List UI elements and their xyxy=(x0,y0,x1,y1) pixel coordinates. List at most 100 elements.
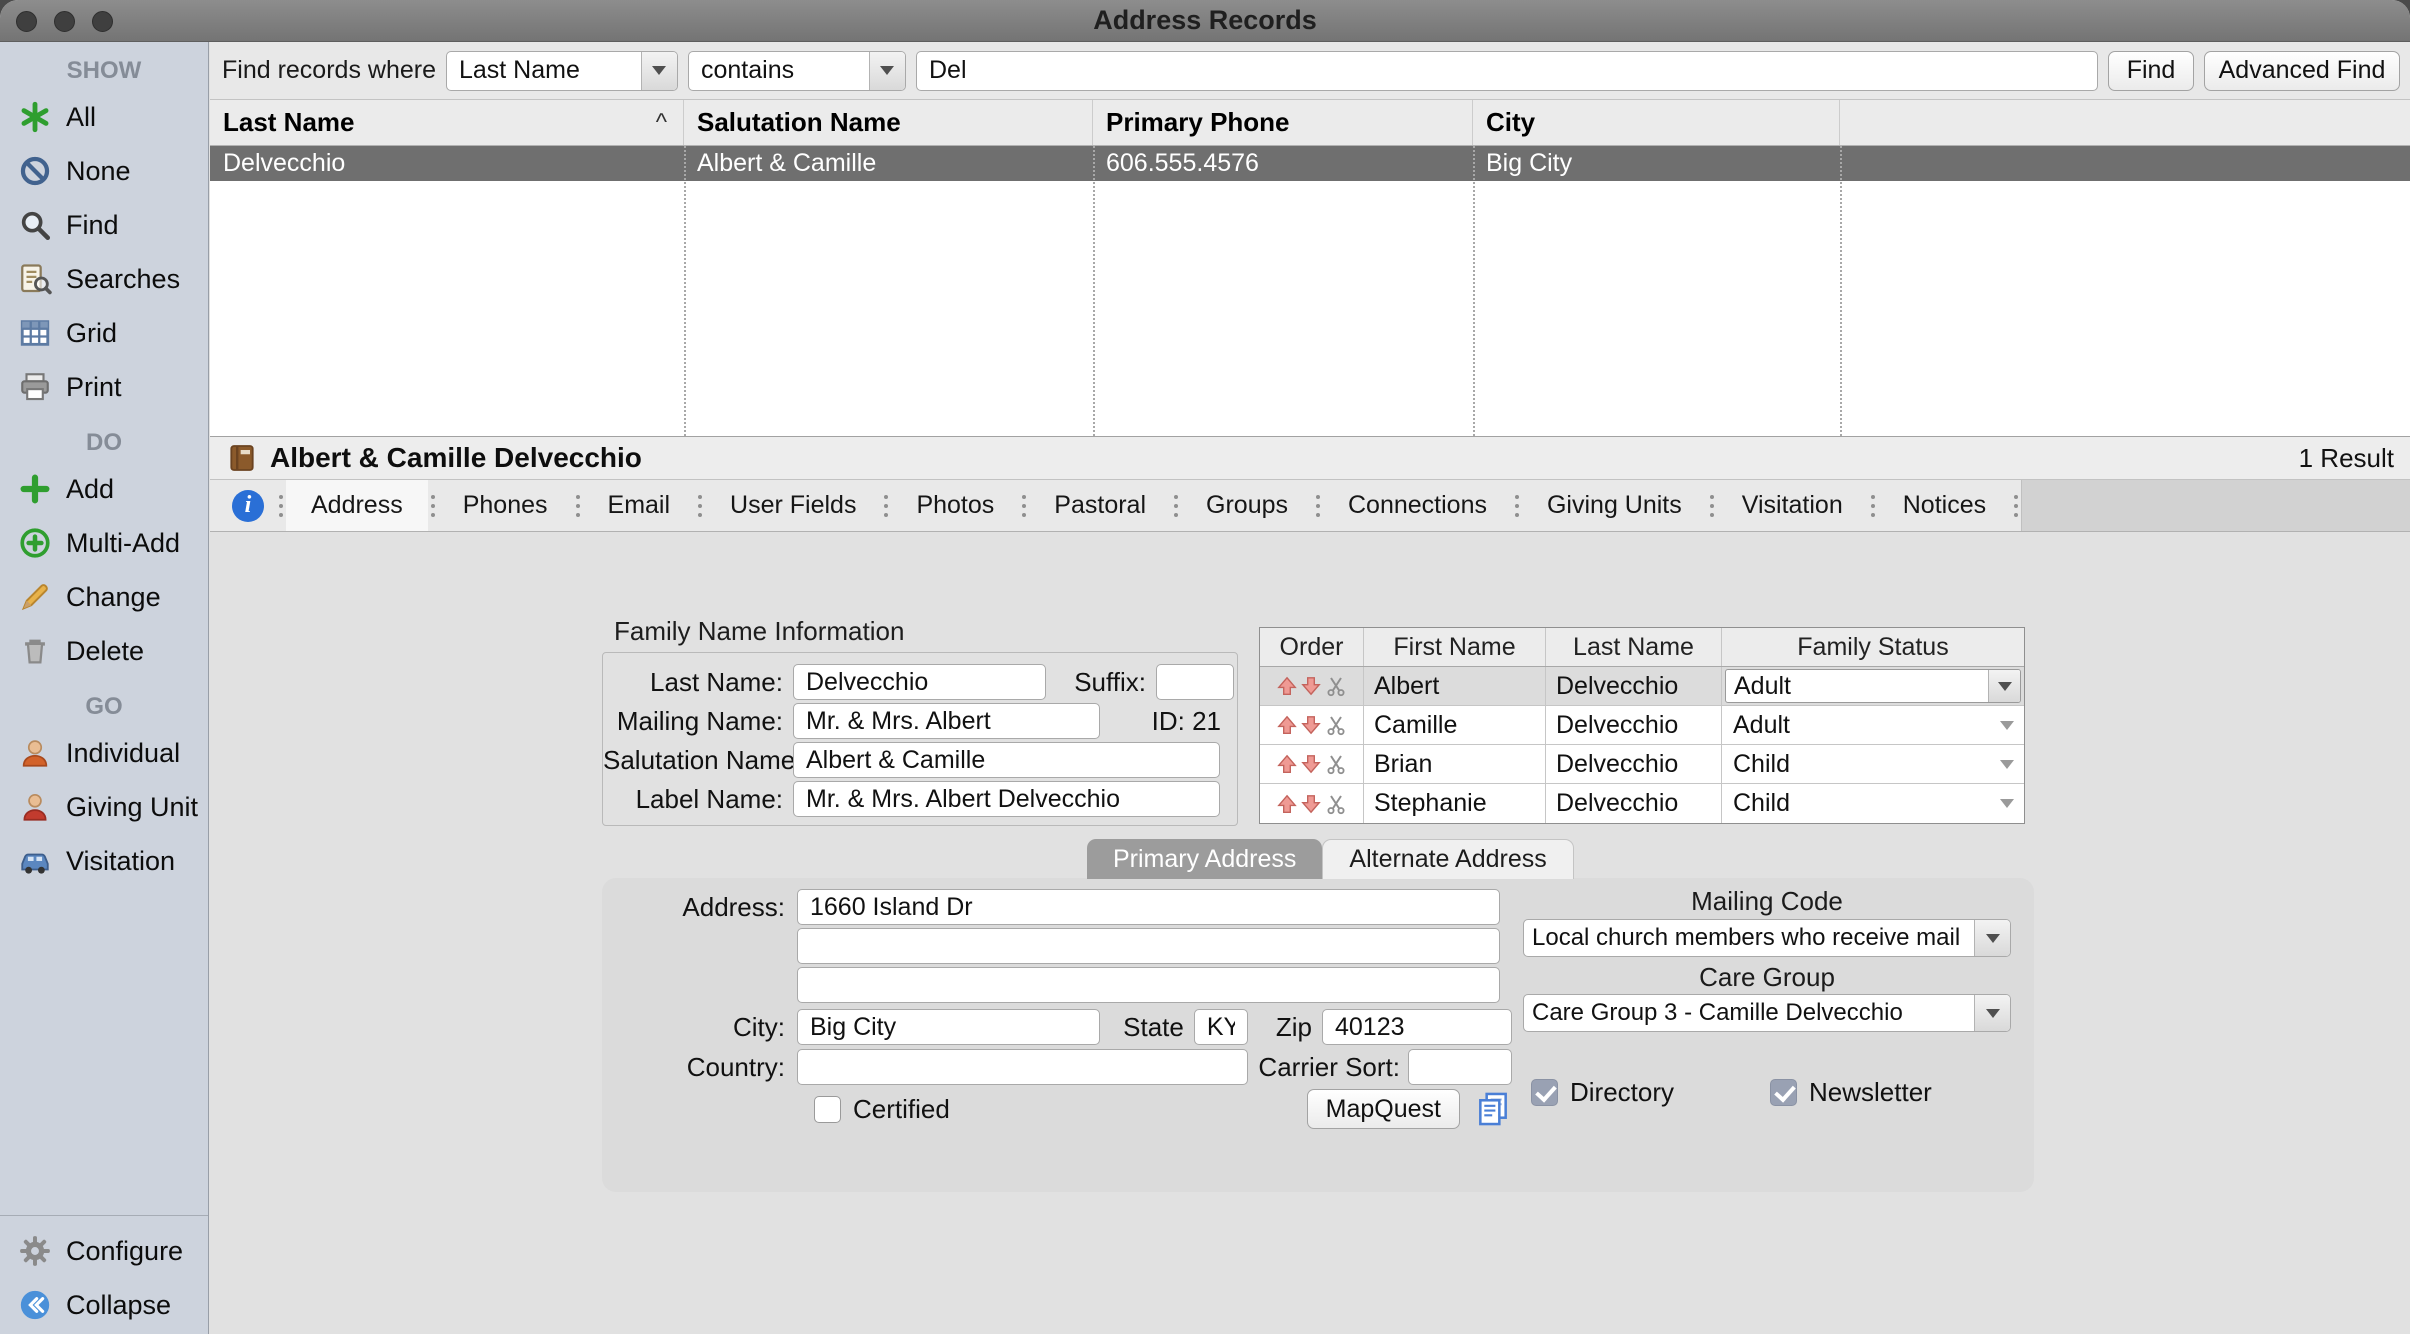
sidebar-item-visitation[interactable]: Visitation xyxy=(0,834,208,888)
column-header-first-name: First Name xyxy=(1364,628,1546,666)
tab-visitation[interactable]: Visitation xyxy=(1717,480,1868,531)
family-members-table: Order First Name Last Name Family Status… xyxy=(1259,627,2025,824)
advanced-find-button[interactable]: Advanced Find xyxy=(2204,51,2400,91)
tab-phones[interactable]: Phones xyxy=(438,480,573,531)
city-field[interactable] xyxy=(797,1009,1100,1045)
sort-ascending-icon: ^ xyxy=(656,109,667,137)
column-header-last-name[interactable]: Last Name ^ xyxy=(210,100,684,145)
sidebar-item-none[interactable]: None xyxy=(0,144,208,198)
move-down-icon[interactable] xyxy=(1300,675,1322,697)
plus-icon xyxy=(18,472,52,506)
chevron-down-icon xyxy=(2000,721,2014,730)
sidebar-item-label: Multi-Add xyxy=(66,528,180,559)
cut-icon[interactable] xyxy=(1324,713,1348,737)
mailing-code-dropdown[interactable]: Local church members who receive mail xyxy=(1523,919,2011,957)
newsletter-checkbox[interactable] xyxy=(1770,1079,1797,1106)
sidebar-item-find[interactable]: Find xyxy=(0,198,208,252)
member-row[interactable]: Brian Delvecchio Child xyxy=(1260,745,2024,784)
suffix-field[interactable] xyxy=(1156,664,1234,700)
sidebar-item-multi-add[interactable]: Multi-Add xyxy=(0,516,208,570)
cut-icon[interactable] xyxy=(1324,792,1348,816)
car-icon xyxy=(18,844,52,878)
zoom-button[interactable] xyxy=(92,11,113,32)
family-status-dropdown[interactable]: Adult xyxy=(1722,667,2024,705)
tab-separator xyxy=(884,504,888,508)
sidebar-item-print[interactable]: Print xyxy=(0,360,208,414)
move-up-icon[interactable] xyxy=(1276,753,1298,775)
cut-icon[interactable] xyxy=(1324,674,1348,698)
info-icon[interactable]: i xyxy=(232,490,264,522)
directory-checkbox[interactable] xyxy=(1531,1079,1558,1106)
move-down-icon[interactable] xyxy=(1300,793,1322,815)
move-up-icon[interactable] xyxy=(1276,675,1298,697)
tab-pastoral[interactable]: Pastoral xyxy=(1029,480,1171,531)
move-up-icon[interactable] xyxy=(1276,793,1298,815)
cut-icon[interactable] xyxy=(1324,752,1348,776)
tab-separator xyxy=(1022,504,1026,508)
sidebar-item-add[interactable]: Add xyxy=(0,462,208,516)
search-operator-dropdown[interactable]: contains xyxy=(688,51,906,91)
pencil-icon xyxy=(18,580,52,614)
table-row[interactable]: Delvecchio Albert & Camille 606.555.4576… xyxy=(210,146,2410,181)
tab-groups[interactable]: Groups xyxy=(1181,480,1313,531)
member-row[interactable]: Stephanie Delvecchio Child xyxy=(1260,784,2024,823)
tab-primary-address[interactable]: Primary Address xyxy=(1087,839,1322,879)
search-input[interactable] xyxy=(916,51,2098,91)
member-row[interactable]: Albert Delvecchio Adult xyxy=(1260,667,2024,706)
column-header-primary-phone[interactable]: Primary Phone xyxy=(1093,100,1473,145)
minimize-button[interactable] xyxy=(54,11,75,32)
chevron-down-icon xyxy=(1974,920,2010,956)
state-field[interactable] xyxy=(1194,1009,1248,1045)
family-status-dropdown[interactable]: Adult xyxy=(1722,706,2024,744)
mailing-name-label: Mailing Name: xyxy=(603,706,793,737)
salutation-name-field[interactable] xyxy=(793,742,1220,778)
sidebar-item-configure[interactable]: Configure xyxy=(0,1224,208,1278)
sidebar-item-change[interactable]: Change xyxy=(0,570,208,624)
tab-user-fields[interactable]: User Fields xyxy=(705,480,881,531)
sidebar-item-all[interactable]: All xyxy=(0,90,208,144)
label-name-field[interactable] xyxy=(793,781,1220,817)
family-status-dropdown[interactable]: Child xyxy=(1722,745,2024,783)
sidebar-item-giving-unit[interactable]: Giving Unit xyxy=(0,780,208,834)
column-header-family-status: Family Status xyxy=(1722,628,2024,666)
tab-address[interactable]: Address xyxy=(286,480,428,531)
address-line2-field[interactable] xyxy=(797,928,1500,964)
sidebar-item-individual[interactable]: Individual xyxy=(0,726,208,780)
close-button[interactable] xyxy=(16,11,37,32)
sidebar-item-collapse[interactable]: Collapse xyxy=(0,1278,208,1332)
country-field[interactable] xyxy=(797,1049,1248,1085)
address-line3-field[interactable] xyxy=(797,967,1500,1003)
certified-checkbox[interactable] xyxy=(814,1096,841,1123)
collapse-icon xyxy=(18,1288,52,1322)
tab-alternate-address[interactable]: Alternate Address xyxy=(1322,839,1573,879)
find-button[interactable]: Find xyxy=(2108,51,2194,91)
move-down-icon[interactable] xyxy=(1300,753,1322,775)
last-name-field[interactable] xyxy=(793,664,1046,700)
mapquest-button[interactable]: MapQuest xyxy=(1307,1089,1460,1129)
tab-photos[interactable]: Photos xyxy=(891,480,1019,531)
family-status-dropdown[interactable]: Child xyxy=(1722,784,2024,823)
sidebar-item-delete[interactable]: Delete xyxy=(0,624,208,678)
carrier-sort-field[interactable] xyxy=(1408,1049,1512,1085)
state-label: State xyxy=(1123,1012,1184,1043)
mailing-name-field[interactable] xyxy=(793,703,1100,739)
record-title: Albert & Camille Delvecchio xyxy=(270,442,642,474)
sidebar-item-grid[interactable]: Grid xyxy=(0,306,208,360)
gear-icon xyxy=(18,1234,52,1268)
tab-connections[interactable]: Connections xyxy=(1323,480,1512,531)
tab-giving-units[interactable]: Giving Units xyxy=(1522,480,1707,531)
column-header-salutation-name[interactable]: Salutation Name xyxy=(684,100,1093,145)
sidebar-item-searches[interactable]: Searches xyxy=(0,252,208,306)
member-row[interactable]: Camille Delvecchio Adult xyxy=(1260,706,2024,745)
address-records-window: Address Records SHOW All None Find xyxy=(0,0,2410,1334)
zip-field[interactable] xyxy=(1322,1009,1512,1045)
search-field-dropdown[interactable]: Last Name xyxy=(446,51,678,91)
tab-email[interactable]: Email xyxy=(583,480,696,531)
move-down-icon[interactable] xyxy=(1300,714,1322,736)
care-group-dropdown[interactable]: Care Group 3 - Camille Delvecchio xyxy=(1523,994,2011,1032)
copy-icon[interactable] xyxy=(1474,1090,1512,1128)
address-line1-field[interactable] xyxy=(797,889,1500,925)
move-up-icon[interactable] xyxy=(1276,714,1298,736)
tab-notices[interactable]: Notices xyxy=(1878,480,2011,531)
column-header-city[interactable]: City xyxy=(1473,100,1840,145)
